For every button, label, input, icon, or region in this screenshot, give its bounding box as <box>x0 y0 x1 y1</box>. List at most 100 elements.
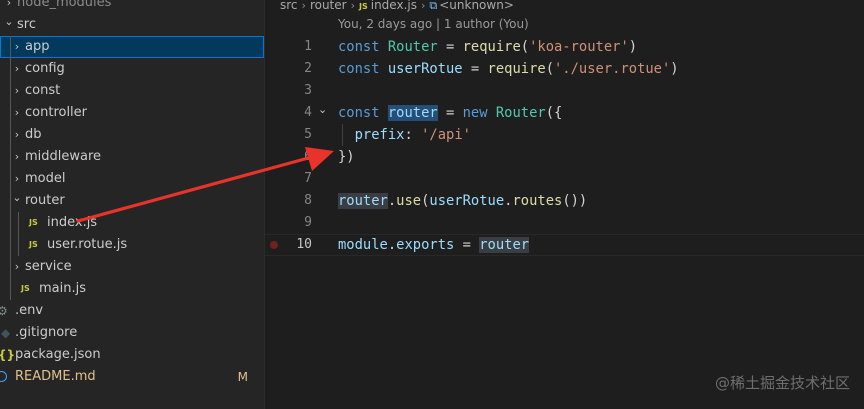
tree-item-config[interactable]: › config <box>0 58 264 80</box>
tree-item-user-rotue-js[interactable]: JS user.rotue.js <box>0 234 264 256</box>
code-line[interactable]: const userRotue = require('./user.rotue'… <box>338 58 679 80</box>
code-token: ({ <box>545 105 563 121</box>
line-number: 7 <box>304 171 312 186</box>
git-blame-codelens[interactable]: You, 2 days ago | 1 author (You) <box>338 17 529 31</box>
tree-item-label: service <box>25 259 72 274</box>
code-token: exports <box>396 237 455 253</box>
breadcrumb-symbol[interactable]: <unknown> <box>439 0 514 11</box>
line-number: 9 <box>304 215 312 230</box>
code-token: = <box>462 61 488 77</box>
tree-item-readme-md[interactable]: README.md M <box>0 366 264 388</box>
code-token: = <box>437 39 463 55</box>
tree-item-label: app <box>25 39 50 54</box>
code-token: userRotue <box>387 61 463 77</box>
line-number: 8 <box>304 193 312 208</box>
chevron-down-icon[interactable]: ⌄ <box>3 14 15 36</box>
indent-guide <box>342 124 343 146</box>
code-token: ()) <box>562 193 588 209</box>
breakpoint-icon[interactable] <box>270 241 278 249</box>
code-token: require <box>462 39 521 55</box>
js-file-icon: JS <box>21 284 30 293</box>
code-token: : <box>404 127 422 143</box>
gear-icon: ⚙ <box>0 300 8 322</box>
chevron-right-icon[interactable]: › <box>11 146 23 168</box>
code-editor: src › router › JS index.js › ⧉ <unknown> You, 2 … <box>265 0 864 409</box>
code-token: const <box>338 105 388 121</box>
line-number: 4 <box>304 105 312 120</box>
tree-item-label: index.js <box>47 215 98 230</box>
info-icon <box>0 371 7 382</box>
tree-item-label: README.md <box>15 369 96 384</box>
tree-item-node-modules[interactable]: › node_modules <box>0 0 264 14</box>
tree-item-label: controller <box>25 105 88 120</box>
code-line[interactable]: }) <box>338 146 355 168</box>
tree-item-label: model <box>25 171 66 186</box>
watermark: @稀土掘金技术社区 <box>714 374 850 392</box>
code-token: userRotue <box>429 193 505 209</box>
tree-item-env[interactable]: ⚙ .env <box>0 300 264 322</box>
breadcrumb-file[interactable]: index.js <box>371 0 417 11</box>
code-line[interactable]: router.use(userRotue.routes()) <box>338 190 587 212</box>
chevron-right-icon[interactable]: › <box>11 124 23 146</box>
code-line[interactable]: prefix: '/api' <box>338 124 471 146</box>
chevron-right-icon[interactable]: › <box>11 102 23 124</box>
code-token: require <box>487 61 546 77</box>
chevron-right-icon[interactable]: › <box>11 36 23 58</box>
js-file-icon: JS <box>29 218 38 227</box>
chevron-right-icon[interactable]: › <box>11 58 23 80</box>
code-token: . <box>387 237 397 253</box>
chevron-right-icon[interactable]: › <box>11 256 23 278</box>
code-token: prefix <box>354 127 405 143</box>
line-number: 2 <box>304 61 312 76</box>
chevron-right-icon[interactable]: › <box>3 0 15 14</box>
code-token: './user.rotue' <box>554 61 671 77</box>
tree-item-db[interactable]: › db <box>0 124 264 146</box>
code-token: new <box>462 105 496 121</box>
tree-item-middleware[interactable]: › middleware <box>0 146 264 168</box>
git-icon: ◆ <box>1 326 11 340</box>
tree-item-model[interactable]: › model <box>0 168 264 190</box>
json-file-icon: {} <box>0 348 16 362</box>
chevron-down-icon[interactable]: ⌄ <box>11 190 23 212</box>
chevron-right-icon[interactable]: › <box>11 80 23 102</box>
breadcrumb-src[interactable]: src <box>280 0 298 11</box>
tree-item-index-js[interactable]: JS index.js <box>0 212 264 234</box>
tree-item-app[interactable]: › app <box>0 36 264 58</box>
tree-item-src[interactable]: ⌄ src <box>0 14 264 36</box>
code-token: Router <box>495 105 546 121</box>
tree-item-main-js[interactable]: JS main.js <box>0 278 264 300</box>
code-line[interactable]: module.exports = router <box>338 234 530 256</box>
code-token: . <box>387 193 397 209</box>
code-token: = <box>454 237 480 253</box>
tree-item-label: config <box>25 61 65 76</box>
code-token: Router <box>387 39 438 55</box>
line-number: 6 <box>304 149 312 164</box>
code-line[interactable]: const Router = require('koa-router') <box>338 36 637 58</box>
indent-guide <box>18 212 19 256</box>
code-token: const <box>338 61 388 77</box>
code-token: module <box>338 237 388 253</box>
file-explorer: › node_modules ⌄ src › app › config › const › contr… <box>0 0 265 409</box>
fold-chevron-icon[interactable]: ⌄ <box>318 102 327 118</box>
chevron-right-icon: › <box>350 0 355 12</box>
code-token: ) <box>670 61 679 77</box>
line-number: 5 <box>304 127 312 142</box>
indent-guide <box>10 36 11 300</box>
code-line[interactable]: const router = new Router({ <box>338 102 562 124</box>
chevron-right-icon: › <box>420 0 426 12</box>
tree-item-service[interactable]: › service <box>0 256 264 278</box>
tree-item-router[interactable]: ⌄ router <box>0 190 264 212</box>
code-token: ( <box>545 61 554 77</box>
tree-item-controller[interactable]: › controller <box>0 102 264 124</box>
tree-item-package-json[interactable]: {}package.json <box>0 344 264 366</box>
tree-item-label: middleware <box>25 149 102 164</box>
tree-item-gitignore[interactable]: ◆ .gitignore <box>0 322 264 344</box>
git-modified-badge: M <box>237 370 248 384</box>
breadcrumb-router[interactable]: router <box>310 0 347 11</box>
chevron-right-icon[interactable]: › <box>11 168 23 190</box>
chevron-right-icon: › <box>301 0 306 12</box>
tree-item-const[interactable]: › const <box>0 80 264 102</box>
tree-item-label: .env <box>15 303 44 318</box>
breadcrumb: src › router › JS index.js › ⧉ <unknown> <box>280 0 514 16</box>
